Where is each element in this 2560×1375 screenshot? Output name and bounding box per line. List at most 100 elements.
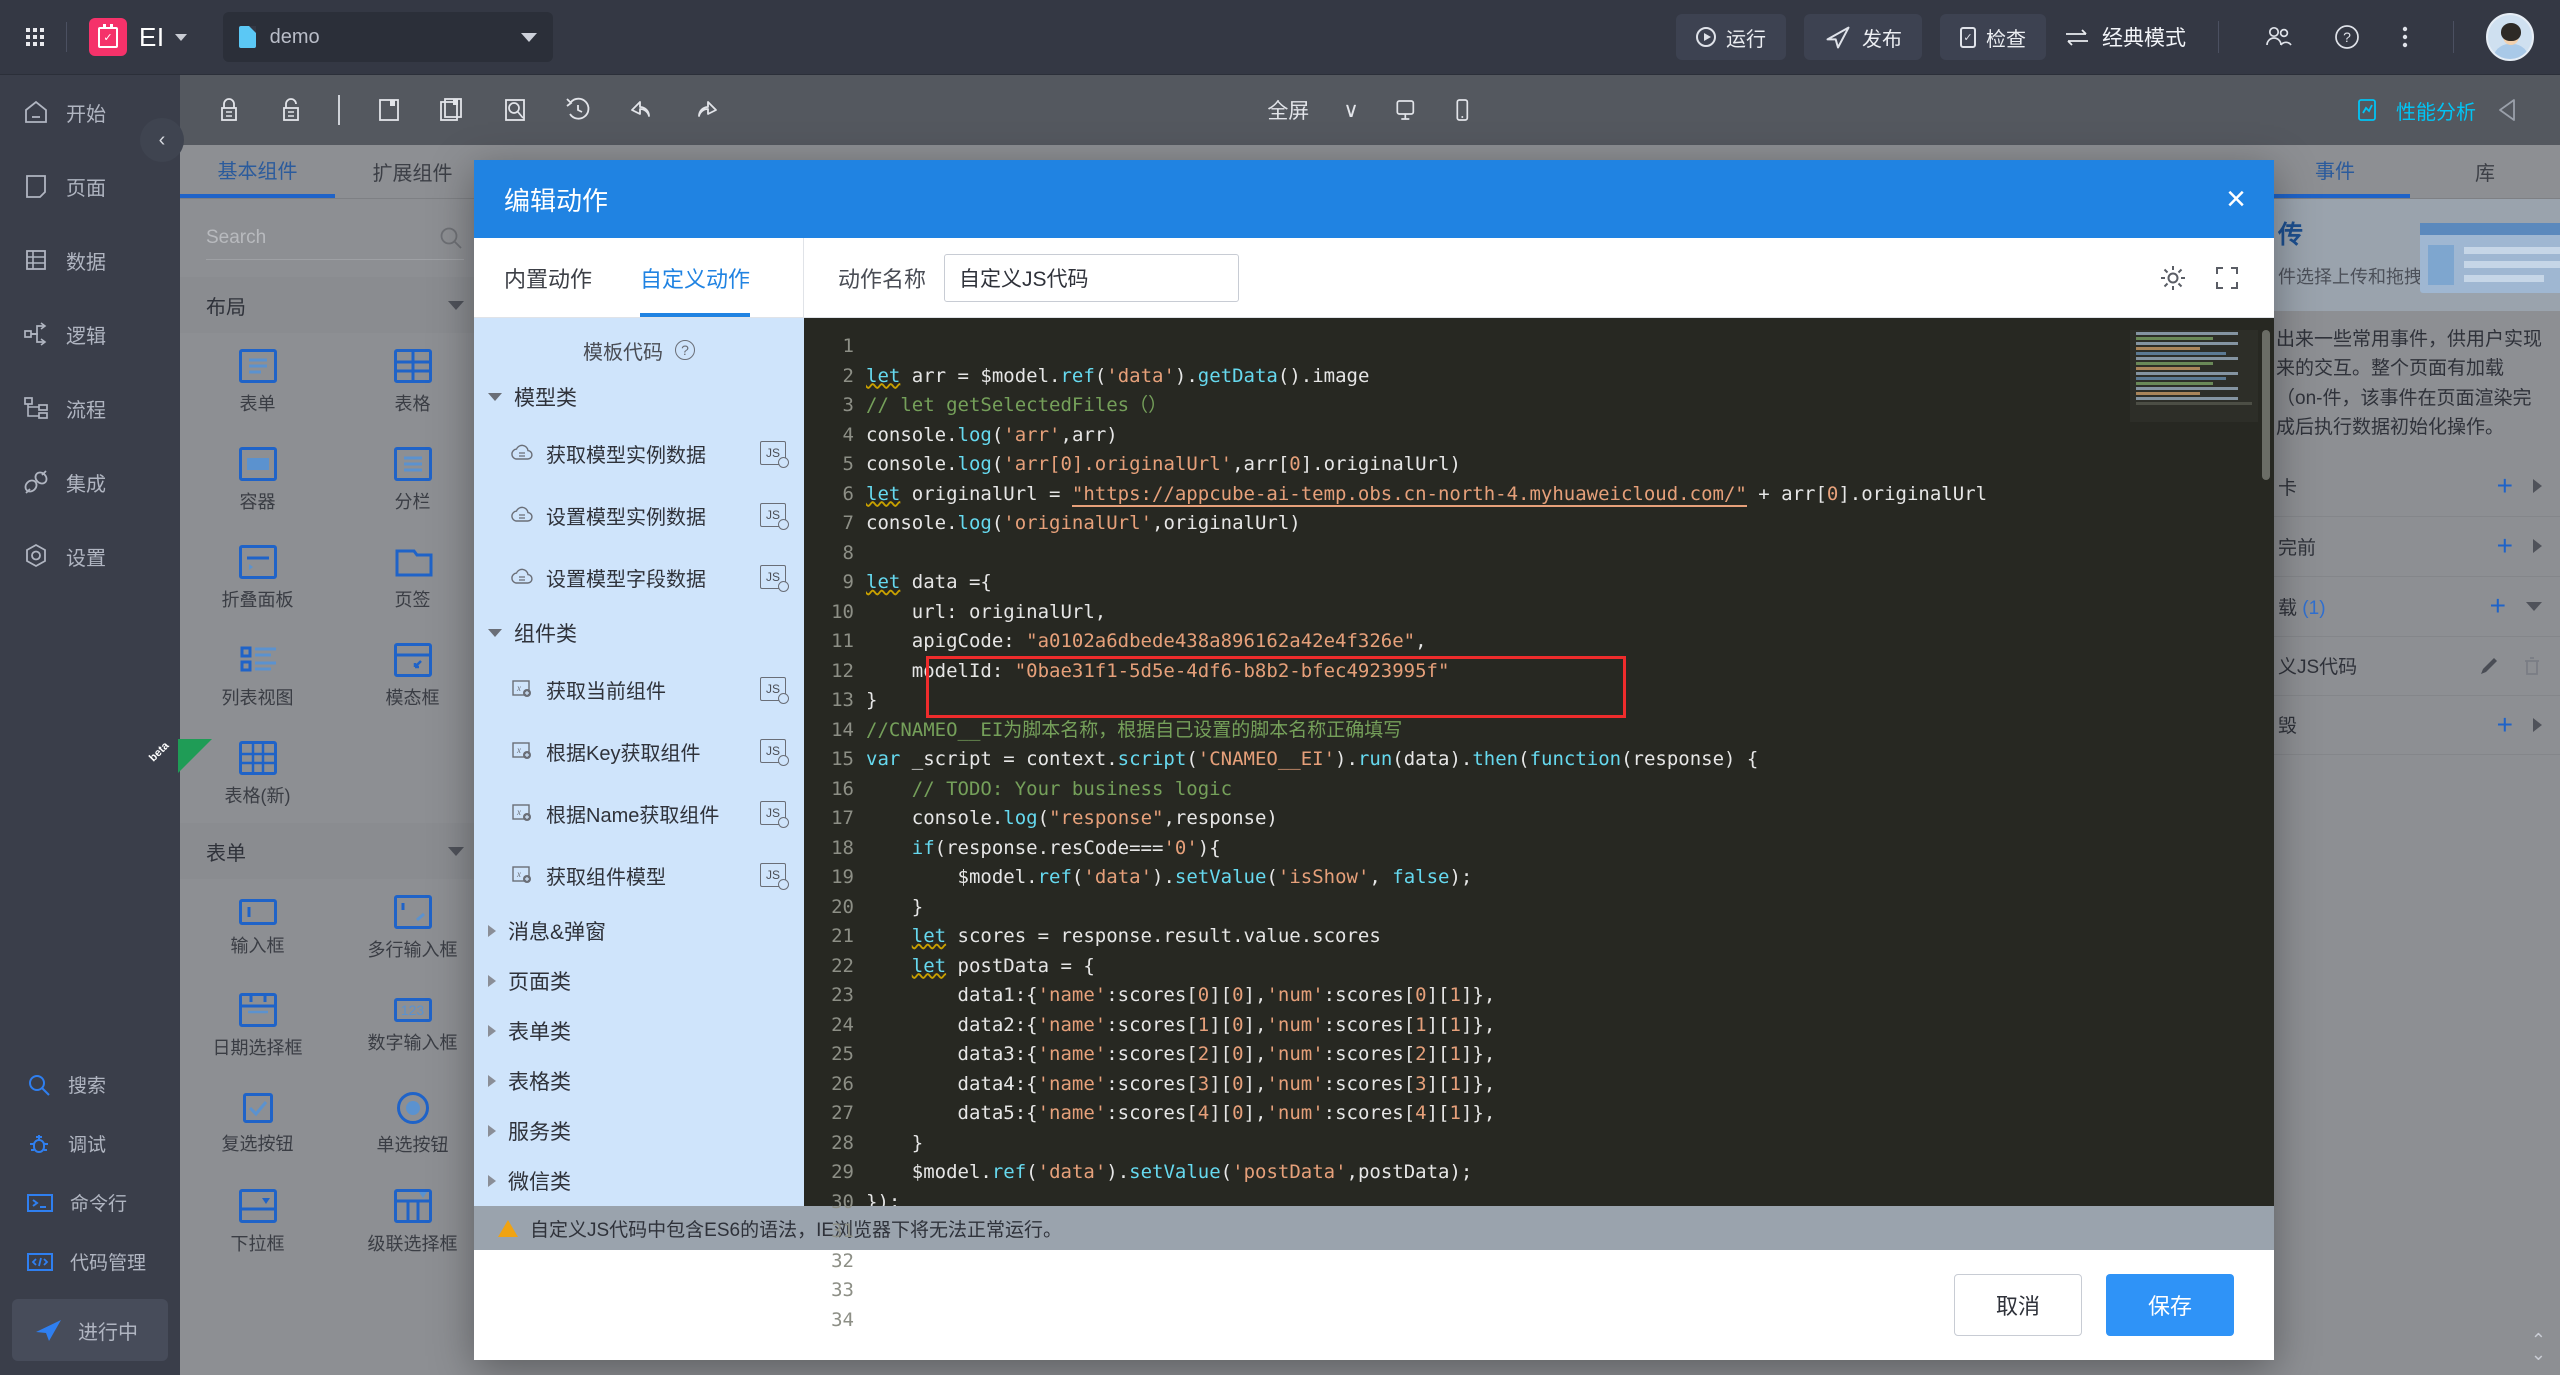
- code-area[interactable]: let arr = $model.ref('data').getData().i…: [866, 318, 2274, 1206]
- add-event-icon[interactable]: +: [2490, 592, 2506, 620]
- collapse-right-icon[interactable]: [2494, 97, 2520, 123]
- tree-group-table[interactable]: 表格类: [474, 1056, 804, 1106]
- save-icon[interactable]: [376, 96, 402, 124]
- chevron-right-icon[interactable]: [2533, 717, 2542, 732]
- js-chip[interactable]: JS: [760, 677, 789, 704]
- js-chip[interactable]: JS: [760, 863, 789, 890]
- component-item-table-new[interactable]: beta 表格(新): [147, 725, 335, 823]
- add-event-icon[interactable]: +: [2497, 710, 2513, 739]
- tab-library[interactable]: 库: [2410, 145, 2560, 198]
- sidebar-item-flow[interactable]: 流程: [0, 371, 180, 445]
- component-item-tab[interactable]: 页签: [335, 529, 490, 627]
- undo-icon[interactable]: [628, 96, 656, 124]
- cancel-button[interactable]: 取消: [1954, 1274, 2082, 1336]
- close-icon[interactable]: ×: [2226, 182, 2246, 216]
- tree-group-service[interactable]: 服务类: [474, 1106, 804, 1156]
- settings-gear-icon[interactable]: [2160, 265, 2186, 291]
- component-item-textarea[interactable]: 多行输入框: [335, 879, 490, 977]
- component-item-table[interactable]: 表格: [335, 333, 490, 431]
- tree-item-set-model-field[interactable]: 设置模型字段数据 JS: [474, 546, 804, 608]
- js-chip[interactable]: JS: [760, 565, 789, 592]
- history-icon[interactable]: [564, 96, 592, 124]
- tab-custom-action[interactable]: 自定义动作: [640, 238, 750, 317]
- component-item-list-view[interactable]: 列表视图: [180, 627, 335, 725]
- chevron-down-icon[interactable]: ∨: [1343, 98, 1358, 123]
- chevron-right-icon[interactable]: [2533, 479, 2542, 494]
- section-layout-header[interactable]: 布局: [180, 277, 490, 333]
- component-item-cascader[interactable]: 级联选择框: [335, 1173, 490, 1271]
- save-button[interactable]: 保存: [2106, 1274, 2234, 1336]
- event-row[interactable]: 完前 +: [2260, 517, 2560, 577]
- component-item-input[interactable]: 输入框: [180, 879, 335, 977]
- publish-button[interactable]: 发布: [1804, 14, 1922, 60]
- help-icon[interactable]: ?: [2333, 23, 2361, 51]
- chevron-right-icon[interactable]: [2533, 539, 2542, 554]
- sidebar-item-integration[interactable]: 集成: [0, 445, 180, 519]
- tree-group-model[interactable]: 模型类: [474, 372, 804, 422]
- tree-item-get-component-by-key[interactable]: x 根据Key获取组件 JS: [474, 720, 804, 782]
- section-form-header[interactable]: 表单: [180, 823, 490, 879]
- run-button[interactable]: 运行: [1676, 14, 1786, 60]
- preview-search-icon[interactable]: [502, 96, 528, 124]
- editor-scrollbar[interactable]: [2262, 330, 2270, 480]
- more-options-icon[interactable]: [2401, 23, 2409, 51]
- sidebar-item-code[interactable]: 代码管理: [0, 1232, 180, 1291]
- component-item-columns[interactable]: 分栏: [335, 431, 490, 529]
- add-event-icon[interactable]: +: [2497, 532, 2513, 560]
- tree-group-component[interactable]: 组件类: [474, 608, 804, 658]
- js-chip[interactable]: JS: [760, 739, 789, 766]
- tab-basic-components[interactable]: 基本组件: [180, 145, 335, 198]
- fullscreen-label[interactable]: 全屏: [1267, 95, 1309, 125]
- fullscreen-expand-icon[interactable]: [2214, 265, 2240, 291]
- brand-chevron-down-icon[interactable]: [174, 33, 187, 41]
- tab-events[interactable]: 事件: [2260, 145, 2410, 198]
- event-row[interactable]: 卡 +: [2260, 457, 2560, 517]
- desktop-icon[interactable]: [1393, 97, 1419, 123]
- running-status-button[interactable]: 进行中: [12, 1299, 168, 1361]
- sidebar-item-debug[interactable]: 调试: [0, 1114, 180, 1173]
- help-icon[interactable]: ?: [675, 340, 695, 360]
- mode-switch-button[interactable]: 经典模式: [2064, 22, 2186, 52]
- add-event-icon[interactable]: +: [2497, 472, 2513, 500]
- tree-item-get-model-instance[interactable]: 获取模型实例数据 JS: [474, 422, 804, 484]
- chevron-down-icon[interactable]: [2526, 601, 2542, 611]
- event-action-row[interactable]: 义JS代码: [2260, 636, 2560, 695]
- sidebar-item-search[interactable]: 搜索: [0, 1055, 180, 1114]
- component-item-collapse-panel[interactable]: 折叠面板: [180, 529, 335, 627]
- avatar[interactable]: [2486, 13, 2534, 61]
- check-button[interactable]: ✓ 检查: [1940, 14, 2046, 60]
- component-item-select[interactable]: 下拉框: [180, 1173, 335, 1271]
- apps-grid-icon[interactable]: [26, 28, 44, 46]
- lock-icon[interactable]: [216, 96, 242, 124]
- perf-analysis-button[interactable]: 性能分析: [2356, 96, 2520, 125]
- tree-item-get-component-model[interactable]: x 获取组件模型 JS: [474, 844, 804, 906]
- component-item-modal[interactable]: 模态框: [335, 627, 490, 725]
- redo-icon[interactable]: [692, 96, 720, 124]
- mobile-icon[interactable]: [1453, 97, 1473, 123]
- component-item-date-picker[interactable]: 日期选择框: [180, 977, 335, 1075]
- tree-item-get-component-by-name[interactable]: x 根据Name获取组件 JS: [474, 782, 804, 844]
- event-row-expanded[interactable]: 载 (1) +: [2260, 577, 2560, 637]
- tree-group-wechat[interactable]: 微信类: [474, 1156, 804, 1206]
- component-item-number-input[interactable]: 123 数字输入框: [335, 977, 490, 1075]
- js-chip[interactable]: JS: [760, 801, 789, 828]
- tab-extended-components[interactable]: 扩展组件: [335, 145, 490, 198]
- component-search[interactable]: Search: [180, 199, 490, 277]
- component-item-checkbox[interactable]: 复选按钮: [180, 1075, 335, 1173]
- component-item-container[interactable]: 容器: [180, 431, 335, 529]
- collapse-sidebar-button[interactable]: ‹: [140, 118, 184, 162]
- tree-group-form[interactable]: 表单类: [474, 1006, 804, 1056]
- members-icon[interactable]: [2263, 24, 2293, 50]
- code-editor[interactable]: 1 2 3 4 5 6 7 8 9 10 11 12 13 14 15 16 17 18 19 20 21 22 23 24 2…: [804, 318, 2274, 1331]
- edit-pencil-icon[interactable]: [2478, 655, 2500, 677]
- js-chip[interactable]: JS: [760, 441, 789, 468]
- delete-trash-icon[interactable]: [2522, 655, 2542, 677]
- unlock-icon[interactable]: [278, 96, 304, 124]
- sidebar-item-data[interactable]: 数据: [0, 223, 180, 297]
- editor-minimap[interactable]: [2130, 330, 2258, 422]
- project-selector[interactable]: demo: [222, 12, 553, 62]
- action-name-input[interactable]: 自定义JS代码: [944, 253, 1240, 302]
- component-item-form[interactable]: 表单: [180, 333, 335, 431]
- event-row[interactable]: 毁 +: [2260, 694, 2560, 755]
- sidebar-item-terminal[interactable]: 命令行: [0, 1173, 180, 1232]
